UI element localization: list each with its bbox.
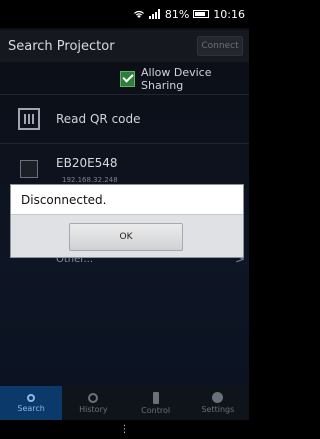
signal-icon: [148, 9, 160, 19]
tab-history[interactable]: History: [62, 386, 124, 420]
dialog-message: Disconnected.: [11, 185, 243, 215]
gear-icon: [212, 392, 224, 403]
ok-button[interactable]: OK: [69, 223, 183, 251]
allow-device-sharing-toggle[interactable]: Allow Device Sharing: [120, 66, 249, 92]
battery-percent: 81%: [164, 7, 190, 21]
divider: [0, 143, 249, 144]
tab-search[interactable]: Search: [0, 386, 63, 420]
checkbox-checked-icon[interactable]: [120, 71, 136, 87]
tab-control[interactable]: Control: [125, 386, 187, 420]
remote-icon: [152, 391, 159, 404]
bottom-tab-bar: Search History Control Settings: [0, 386, 249, 420]
app-screen: 81% 10:16 Search Projector Connect Allow…: [0, 0, 249, 439]
projector-ip: 192.168.32.248: [62, 176, 118, 184]
tab-settings-label: Settings: [201, 405, 235, 414]
read-qr-code-item[interactable]: Read QR code: [0, 100, 249, 140]
tab-history-label: History: [79, 404, 108, 414]
clock-time: 10:16: [213, 7, 245, 21]
disconnected-dialog: Disconnected. OK: [10, 184, 244, 258]
app-header: Search Projector Connect: [0, 30, 249, 62]
tab-control-label: Control: [141, 405, 171, 415]
tab-search-label: Search: [17, 403, 45, 413]
battery-icon: [193, 10, 210, 18]
projector-name: EB20E548: [56, 156, 118, 170]
projector-checkbox[interactable]: [20, 160, 38, 178]
qr-code-icon: [18, 108, 40, 130]
wifi-icon: [133, 10, 144, 18]
allow-sharing-label: Allow Device Sharing: [141, 66, 212, 92]
divider: [0, 94, 249, 95]
overflow-menu-icon[interactable]: ⋮: [120, 424, 130, 435]
read-qr-label: Read QR code: [56, 112, 141, 126]
connect-button[interactable]: Connect: [197, 36, 243, 56]
page-title: Search Projector: [8, 39, 115, 54]
system-nav-bar: ⋮: [0, 420, 249, 439]
status-bar: 81% 10:16: [0, 0, 249, 28]
clock-icon: [88, 392, 99, 403]
search-icon: [27, 393, 36, 402]
tab-settings[interactable]: Settings: [187, 386, 249, 420]
